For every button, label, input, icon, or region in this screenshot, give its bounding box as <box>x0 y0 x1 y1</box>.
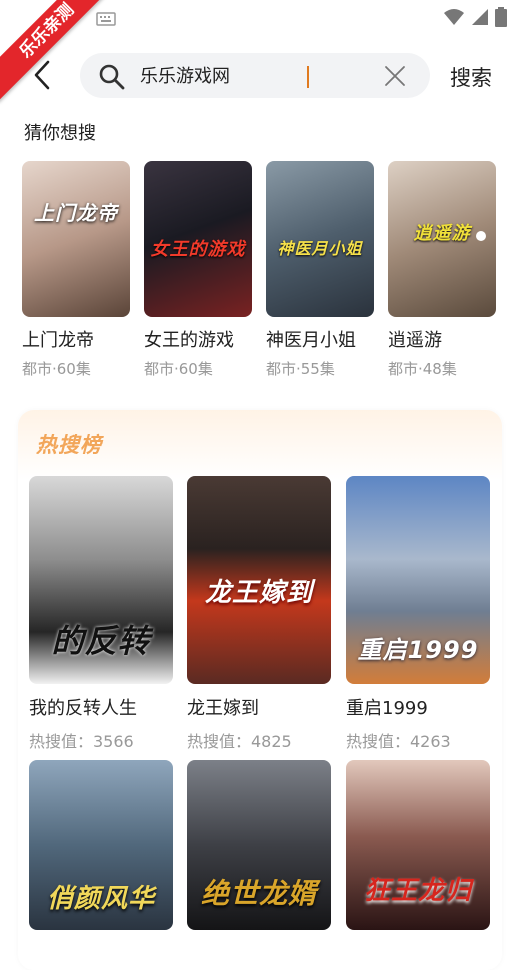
poster-thumbnail: 龙王嫁到 <box>187 476 331 684</box>
poster-title-art: 上门龙帝 <box>34 201 118 225</box>
battery-icon <box>495 7 507 31</box>
poster-thumbnail: 上门龙帝 <box>22 161 130 317</box>
poster-title-art: 狂王龙归 <box>363 876 472 906</box>
poster-title-art: 重启1999 <box>357 636 479 664</box>
drama-meta: 都市·60集 <box>22 360 91 378</box>
poster-thumbnail: 俏颜风华 <box>29 760 173 930</box>
guess-list: 上门龙帝 上门龙帝 都市·60集 女王的游戏 女王的游戏 都市·60集 神医月小… <box>22 161 512 381</box>
search-bar[interactable] <box>80 53 430 98</box>
carousel-dot <box>476 231 486 241</box>
search-input[interactable] <box>140 61 370 89</box>
poster-title-art: 俏颜风华 <box>46 884 155 914</box>
drama-title: 龙王嫁到 <box>187 698 259 719</box>
status-bar: 乐乐亲测 <box>0 0 519 102</box>
hot-card[interactable]: 重启1999 重启1999 热搜值：4263 <box>346 476 490 752</box>
search-button[interactable]: 搜索 <box>450 62 492 92</box>
poster-thumbnail: 逍遥游 <box>388 161 496 317</box>
poster-thumbnail: 神医月小姐 <box>266 161 374 317</box>
drama-title: 女王的游戏 <box>144 330 234 351</box>
keyboard-icon <box>96 11 116 30</box>
hot-value: 热搜值：3566 <box>29 732 134 751</box>
hot-card[interactable]: 绝世龙婿 <box>187 760 331 930</box>
poster-title-art: 龙王嫁到 <box>204 578 313 608</box>
poster-title-art: 的反转 <box>51 622 151 660</box>
hot-card[interactable]: 龙王嫁到 龙王嫁到 热搜值：4825 <box>187 476 331 752</box>
poster-thumbnail: 狂王龙归 <box>346 760 490 930</box>
drama-meta: 都市·55集 <box>266 360 335 378</box>
guess-section-title: 猜你想搜 <box>24 123 96 144</box>
poster-title-art: 绝世龙婿 <box>200 877 317 910</box>
hot-card[interactable]: 狂王龙归 <box>346 760 490 930</box>
poster-title-art: 女王的游戏 <box>150 239 246 260</box>
guess-card[interactable]: 女王的游戏 女王的游戏 都市·60集 <box>144 161 252 379</box>
guess-card[interactable]: 神医月小姐 神医月小姐 都市·55集 <box>266 161 374 379</box>
drama-title: 我的反转人生 <box>29 698 137 719</box>
drama-meta: 都市·48集 <box>388 360 457 378</box>
guess-card[interactable]: 逍遥游 逍遥游 都市·48集 <box>388 161 496 379</box>
poster-thumbnail: 绝世龙婿 <box>187 760 331 930</box>
drama-meta: 都市·60集 <box>144 360 213 378</box>
hot-section-title: 热搜榜 <box>36 433 102 457</box>
hot-card[interactable]: 俏颜风华 <box>29 760 173 930</box>
signal-icon <box>471 8 489 30</box>
hot-value: 热搜值：4263 <box>346 732 451 751</box>
drama-title: 上门龙帝 <box>22 330 94 351</box>
text-cursor <box>307 66 309 88</box>
search-icon <box>98 63 126 95</box>
clear-icon[interactable] <box>383 64 407 92</box>
hot-value: 热搜值：4825 <box>187 732 292 751</box>
hot-card[interactable]: 的反转 我的反转人生 热搜值：3566 <box>29 476 173 752</box>
guess-card[interactable]: 上门龙帝 上门龙帝 都市·60集 <box>22 161 130 379</box>
poster-thumbnail: 女王的游戏 <box>144 161 252 317</box>
drama-title: 神医月小姐 <box>266 330 356 351</box>
poster-thumbnail: 的反转 <box>29 476 173 684</box>
drama-title: 逍遥游 <box>388 330 442 351</box>
drama-title: 重启1999 <box>346 698 428 719</box>
poster-thumbnail: 重启1999 <box>346 476 490 684</box>
wifi-icon <box>443 8 465 30</box>
poster-title-art: 神医月小姐 <box>277 239 363 258</box>
